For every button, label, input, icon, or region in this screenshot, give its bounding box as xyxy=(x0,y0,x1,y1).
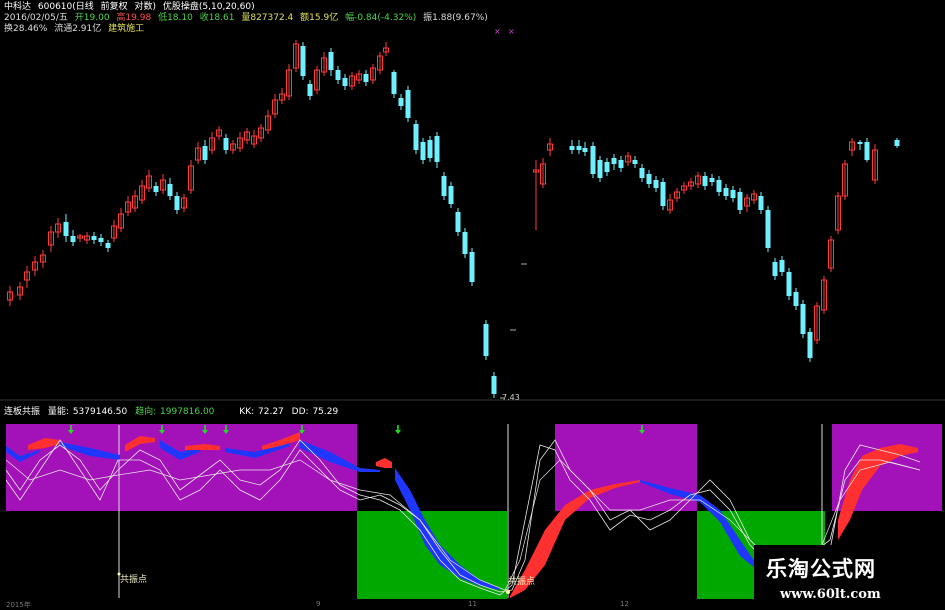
scale-mode: 对数) xyxy=(134,2,157,12)
stock-code: 600610(日线 xyxy=(37,2,94,12)
amplitude-value: 振1.88(9.67%) xyxy=(423,13,488,23)
indicator-name[interactable]: 连板共振 xyxy=(4,407,40,417)
overlay-indicator[interactable]: 优股操盘(5,10,20,60) xyxy=(163,2,255,12)
adjust-mode: 前复权 xyxy=(100,2,128,12)
volume-value: 量827372.4 xyxy=(241,13,294,23)
signal-zone xyxy=(6,424,357,511)
low-price: 低18.10 xyxy=(158,13,193,23)
close-price: 收18.61 xyxy=(199,13,235,23)
high-price: 高19.98 xyxy=(116,13,152,23)
low-price-label: 7.43 xyxy=(502,393,520,402)
watermark-url: www.60lt.com xyxy=(780,587,881,602)
ribbon-up xyxy=(376,458,392,468)
float-value: 流通2.91亿 xyxy=(54,24,102,34)
open-price: 开19.00 xyxy=(74,13,110,23)
resonance-point xyxy=(506,590,510,594)
axis-tick-4: 12 xyxy=(620,600,629,608)
signal-arrow xyxy=(395,425,401,434)
stock-info-bar: 中科达 600610(日线 前复权 对数) 优股操盘(5,10,20,60) 2… xyxy=(4,2,504,35)
site-watermark: 乐淘公式网 www.60lt.com xyxy=(754,545,945,609)
dd-value: 75.29 xyxy=(312,407,339,417)
info-line-1: 中科达 600610(日线 前复权 对数) 优股操盘(5,10,20,60) xyxy=(4,2,504,13)
indicator-header: 连板共振 量能: 5379146.50 趋向: 1997816.00 KK: 7… xyxy=(4,404,343,417)
resonance-label-2: 共振点 xyxy=(508,577,536,587)
trend-label: 趋向: xyxy=(135,407,157,417)
indicator-chart[interactable] xyxy=(0,0,945,609)
signal-zone xyxy=(555,424,697,511)
kk-label: KK: xyxy=(239,407,255,417)
trend-value: 1997816.00 xyxy=(160,407,215,417)
axis-tick-2: 9 xyxy=(316,600,321,608)
turnover-value: 换28.46% xyxy=(4,24,48,34)
change-value: 幅-0.84(-4.32%) xyxy=(345,13,417,23)
dd-label: DD: xyxy=(291,407,309,417)
mainforce-label: 量能: xyxy=(47,407,69,417)
axis-tick-3: 11 xyxy=(468,600,477,608)
mainforce-value: 5379146.50 xyxy=(72,407,128,417)
sector-value: 建筑施工 xyxy=(108,24,145,34)
resonance-label-1: 共振点 xyxy=(120,575,148,585)
stock-name: 中科达 xyxy=(4,2,32,12)
bar-date: 2016/02/05/五 xyxy=(4,13,68,23)
info-line-2: 2016/02/05/五 开19.00 高19.98 低18.10 收18.61… xyxy=(4,13,504,35)
watermark-title: 乐淘公式网 xyxy=(766,557,876,581)
kk-value: 72.27 xyxy=(258,407,284,417)
amount-value: 额15.9亿 xyxy=(300,13,339,23)
